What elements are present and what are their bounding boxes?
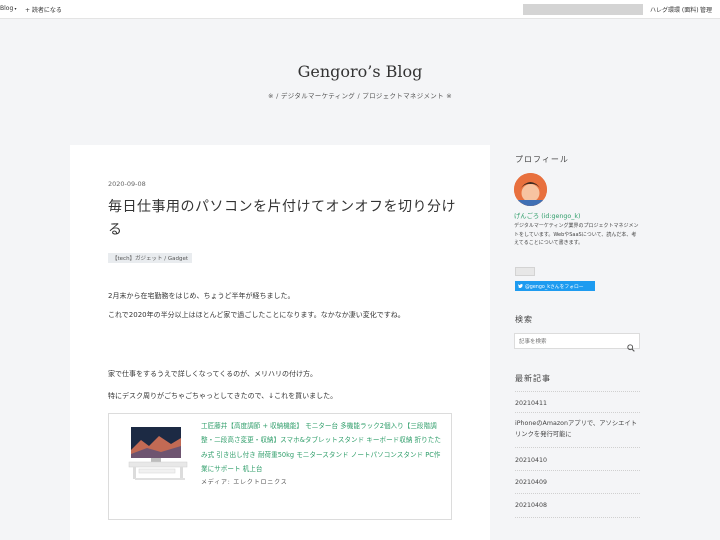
search-input[interactable] xyxy=(519,336,619,347)
sidebar-search xyxy=(514,333,640,352)
article-date[interactable]: 2020-09-08 xyxy=(108,180,146,188)
article-paragraph: これで2020年の半分以上はほとんど家で過ごしたことになります。なかなか凄い変化… xyxy=(108,311,405,319)
category-tag[interactable]: 【tech】ガジェット / Gadget xyxy=(108,253,193,263)
chevron-down-icon: ▾ xyxy=(13,6,17,11)
topbar-search-input[interactable] xyxy=(523,4,643,15)
divider xyxy=(515,447,640,448)
recent-post-link[interactable]: 20210408 xyxy=(515,500,640,511)
profile-bio: デジタルマーケティング業界のプロジェクトマネジメントをしています。WebやSaa… xyxy=(514,223,639,247)
article-paragraph: 家で仕事をするうえで詳しくなってくるのが、メリハリの付け方。 xyxy=(108,370,317,378)
follow-button[interactable]: + 読者になる xyxy=(25,5,62,14)
article-card: 2020-09-08 毎日仕事用のパソコンを片付けてオンオフを切り分ける 【te… xyxy=(70,145,490,540)
avatar-image xyxy=(514,173,547,206)
divider xyxy=(515,470,640,471)
article-title[interactable]: 毎日仕事用のパソコンを片付けてオンオフを切り分ける xyxy=(108,196,468,242)
product-maker: メディア: エレクトロニクス xyxy=(201,479,288,486)
profile-name-link[interactable]: げんごろ (id:gengo_k) xyxy=(514,211,580,220)
recent-post-link[interactable]: 20210410 xyxy=(515,455,640,466)
recent-post-link[interactable]: 20210409 xyxy=(515,477,640,488)
profile-heading: プロフィール xyxy=(515,155,569,164)
topbar-user-link[interactable]: ハレグ環環 (面料) xyxy=(650,5,699,14)
blog-description: ※ / デジタルマーケティング / プロジェクトマネジメント ※ xyxy=(267,92,453,100)
recent-post-link[interactable]: 20210411 xyxy=(515,398,640,409)
recent-post-link[interactable]: iPhoneのAmazonアプリで、アソシエイトリンクを発行可能に xyxy=(515,418,640,440)
blog-menu[interactable]: Blog ▾ xyxy=(0,5,17,12)
divider xyxy=(515,391,640,392)
product-title-link[interactable]: 工匠藤井【高度調節 + 収納機能】 モニター台 多機能ラック2個入り【三段階調整… xyxy=(201,419,446,476)
recent-heading: 最新記事 xyxy=(515,374,551,383)
blog-menu-label: Blog xyxy=(0,5,14,12)
recent-post-label: iPhoneのAmazonアプリで、アソシエイトリンクを発行可能に xyxy=(515,420,638,438)
article-paragraph: 特にデスク周りがごちゃごちゃっとしてきたので、↓これを買いました。 xyxy=(108,392,338,400)
follow-reader-button[interactable] xyxy=(515,267,535,276)
divider xyxy=(515,412,640,413)
twitter-follow-label: @gengo_kさんをフォロー xyxy=(525,285,584,290)
product-card[interactable]: 工匠藤井【高度調節 + 収納機能】 モニター台 多機能ラック2個入り【三段階調整… xyxy=(108,413,452,520)
article-paragraph: 2月末から在宅勤務をはじめ、ちょうど半年が経ちました。 xyxy=(108,292,295,300)
twitter-bird-icon xyxy=(518,283,523,290)
avatar[interactable] xyxy=(514,173,547,206)
divider xyxy=(515,517,640,518)
product-image[interactable] xyxy=(127,426,191,494)
blog-title[interactable]: Gengoro’s Blog xyxy=(0,62,720,81)
twitter-follow-button[interactable]: @gengo_kさんをフォロー xyxy=(515,281,595,291)
search-heading: 検索 xyxy=(515,315,533,324)
topbar-admin-link[interactable]: 管理 xyxy=(700,5,712,14)
search-icon[interactable] xyxy=(627,337,635,356)
divider xyxy=(515,493,640,494)
top-bar: Blog ▾ + 読者になる ハレグ環環 (面料) 管理 xyxy=(0,0,720,19)
